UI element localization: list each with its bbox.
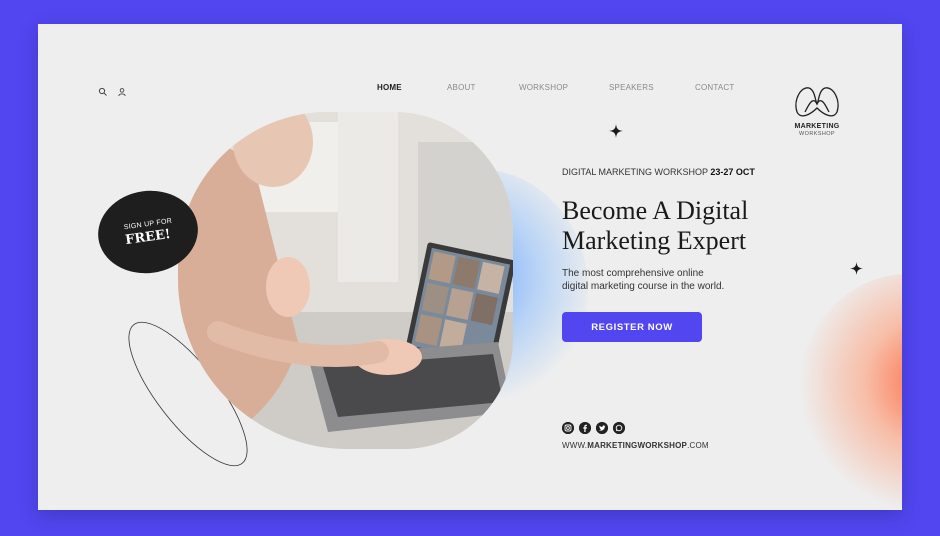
facebook-icon[interactable] — [579, 422, 591, 434]
eyebrow-dates: 23-27 OCT — [710, 167, 755, 177]
search-icon[interactable] — [98, 84, 108, 96]
whatsapp-icon[interactable] — [613, 422, 625, 434]
sparkle-icon — [850, 262, 863, 275]
landing-page-card: HOME ABOUT WORKSHOP SPEAKERS CONTACT MAR… — [38, 24, 902, 510]
description-line1: The most comprehensive online — [562, 268, 704, 279]
logo-title: MARKETING — [794, 123, 840, 130]
nav-about[interactable]: ABOUT — [447, 83, 476, 92]
url-prefix: WWW. — [562, 441, 588, 450]
instagram-icon[interactable] — [562, 422, 574, 434]
hero-headline: Become A Digital Marketing Expert — [562, 196, 862, 256]
logo-mark-icon[interactable] — [793, 82, 841, 120]
register-now-button[interactable]: REGISTER NOW — [562, 312, 702, 342]
logo-subtitle: WORKSHOP — [799, 131, 835, 137]
hero-photo — [178, 112, 513, 449]
headline-line2: Marketing Expert — [562, 226, 747, 255]
event-eyebrow: DIGITAL MARKETING WORKSHOP 23-27 OCT — [562, 167, 755, 177]
nav-contact[interactable]: CONTACT — [695, 83, 734, 92]
headline-line1: Become A Digital — [562, 196, 749, 225]
description-line2: digital marketing course in the world. — [562, 281, 725, 292]
url-domain: MARKETINGWORKSHOP — [587, 441, 688, 450]
hero-description: The most comprehensive online digital ma… — [562, 267, 782, 293]
url-suffix: .COM — [687, 441, 709, 450]
nav-home[interactable]: HOME — [377, 83, 402, 92]
twitter-icon[interactable] — [596, 422, 608, 434]
video-call-illustration — [178, 112, 513, 449]
nav-speakers[interactable]: SPEAKERS — [609, 83, 654, 92]
user-icon[interactable] — [117, 84, 127, 97]
eyebrow-prefix: DIGITAL MARKETING WORKSHOP — [562, 167, 711, 177]
website-url[interactable]: WWW.MARKETINGWORKSHOP.COM — [562, 441, 709, 450]
nav-workshop[interactable]: WORKSHOP — [519, 83, 568, 92]
sparkle-icon — [609, 124, 623, 138]
